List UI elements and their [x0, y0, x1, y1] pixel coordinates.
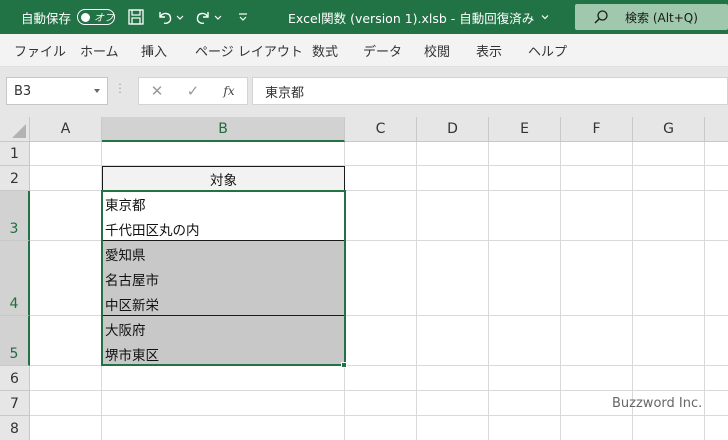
document-title[interactable]: Excel関数 (version 1).xlsb - 自動回復済み [288, 0, 550, 34]
tab-insert[interactable]: 挿入 [141, 34, 167, 67]
cell-b2[interactable]: 対象 [102, 166, 345, 191]
cell-border [102, 240, 345, 241]
row-header-7[interactable]: 7 [0, 391, 30, 416]
select-all-button[interactable] [0, 117, 30, 142]
column-header-d[interactable]: D [417, 117, 489, 142]
undo-icon[interactable] [156, 8, 174, 26]
row-header-3[interactable]: 3 [0, 191, 30, 241]
tab-file[interactable]: ファイル [14, 34, 66, 67]
formula-input[interactable]: 東京都 [252, 77, 728, 105]
search-box[interactable]: 検索 (Alt+Q) [575, 4, 728, 30]
row-header-4[interactable]: 4 [0, 241, 30, 316]
search-icon [594, 10, 608, 24]
tab-home[interactable]: ホーム [80, 34, 119, 67]
enter-button[interactable]: ✓ [180, 78, 206, 104]
cell-b5[interactable]: 大阪府 堺市東区 [102, 316, 345, 366]
select-all-triangle-icon [12, 124, 26, 138]
redo-dropdown-icon[interactable] [214, 8, 222, 26]
formula-value: 東京都 [265, 85, 305, 101]
search-label: 検索 (Alt+Q) [625, 10, 698, 25]
undo-dropdown-icon[interactable] [176, 8, 184, 26]
row-header-1[interactable]: 1 [0, 142, 30, 166]
watermark: Buzzword Inc. [612, 396, 703, 411]
name-box-dropdown-icon[interactable] [94, 89, 100, 93]
cell-b3-line-1: 東京都 [105, 197, 146, 214]
gridline [30, 415, 728, 416]
customize-qat-icon[interactable] [238, 8, 248, 26]
save-icon[interactable] [127, 8, 145, 26]
redo-icon[interactable] [194, 8, 212, 26]
column-header-g[interactable]: G [633, 117, 705, 142]
column-header-c[interactable]: C [345, 117, 417, 142]
ribbon-tab-bar: ファイル ホーム 挿入 ページ レイアウト 数式 データ 校閲 表示 ヘルプ [0, 34, 728, 67]
column-header-a[interactable]: A [30, 117, 102, 142]
row-header-8[interactable]: 8 [0, 416, 30, 440]
tab-review[interactable]: 校閲 [424, 34, 450, 67]
cell-b5-line-2: 堺市東区 [105, 347, 159, 364]
cell-border [102, 315, 345, 316]
worksheet-grid[interactable]: A B C D E F G 1 2 3 4 5 6 7 8 対象 東京都 千代田… [0, 117, 728, 440]
chevron-down-icon [541, 15, 549, 20]
gridline [704, 142, 705, 440]
insert-function-button[interactable]: fx [216, 78, 242, 104]
title-bar: 自動保存 オフ Excel関数 (version 1).xlsb - 自動回復済… [0, 0, 728, 34]
gridline [416, 142, 417, 440]
column-header-b[interactable]: B [102, 117, 345, 142]
row-header-2[interactable]: 2 [0, 166, 30, 191]
cell-b3-line-2: 千代田区丸の内 [105, 222, 200, 239]
name-box[interactable]: B3 [6, 77, 108, 105]
toggle-knob [81, 12, 90, 22]
fill-handle[interactable] [341, 362, 347, 368]
row-header-5[interactable]: 5 [0, 316, 30, 366]
cell-b4[interactable]: 愛知県 名古屋市 中区新栄 [102, 241, 345, 316]
tab-formulas[interactable]: 数式 [312, 34, 338, 67]
autosave-toggle[interactable]: オフ [77, 9, 115, 25]
tab-help[interactable]: ヘルプ [528, 34, 567, 67]
cell-b4-line-1: 愛知県 [105, 247, 146, 264]
autosave-label: 自動保存 [21, 10, 72, 26]
cell-b3[interactable]: 東京都 千代田区丸の内 [102, 191, 345, 241]
name-box-value: B3 [14, 83, 32, 99]
gridline [30, 390, 728, 391]
cell-b5-line-1: 大阪府 [105, 322, 146, 339]
document-title-text: Excel関数 (version 1).xlsb - 自動回復済み [288, 10, 535, 26]
column-header-f[interactable]: F [561, 117, 633, 142]
autosave-state: オフ [94, 13, 114, 24]
gridline [560, 142, 561, 440]
more-options-icon[interactable]: · · · [118, 79, 122, 98]
cell-b4-line-2: 名古屋市 [105, 272, 159, 289]
column-header-h[interactable] [705, 117, 728, 142]
tab-view[interactable]: 表示 [476, 34, 502, 67]
row-header-6[interactable]: 6 [0, 366, 30, 391]
column-header-e[interactable]: E [489, 117, 561, 142]
tab-page-layout[interactable]: ページ レイアウト [195, 34, 303, 67]
formula-buttons: ✕ ✓ fx [138, 77, 248, 105]
gridline [488, 142, 489, 440]
cancel-button[interactable]: ✕ [144, 78, 170, 104]
cell-b4-line-3: 中区新栄 [105, 297, 159, 314]
tab-data[interactable]: データ [363, 34, 402, 67]
